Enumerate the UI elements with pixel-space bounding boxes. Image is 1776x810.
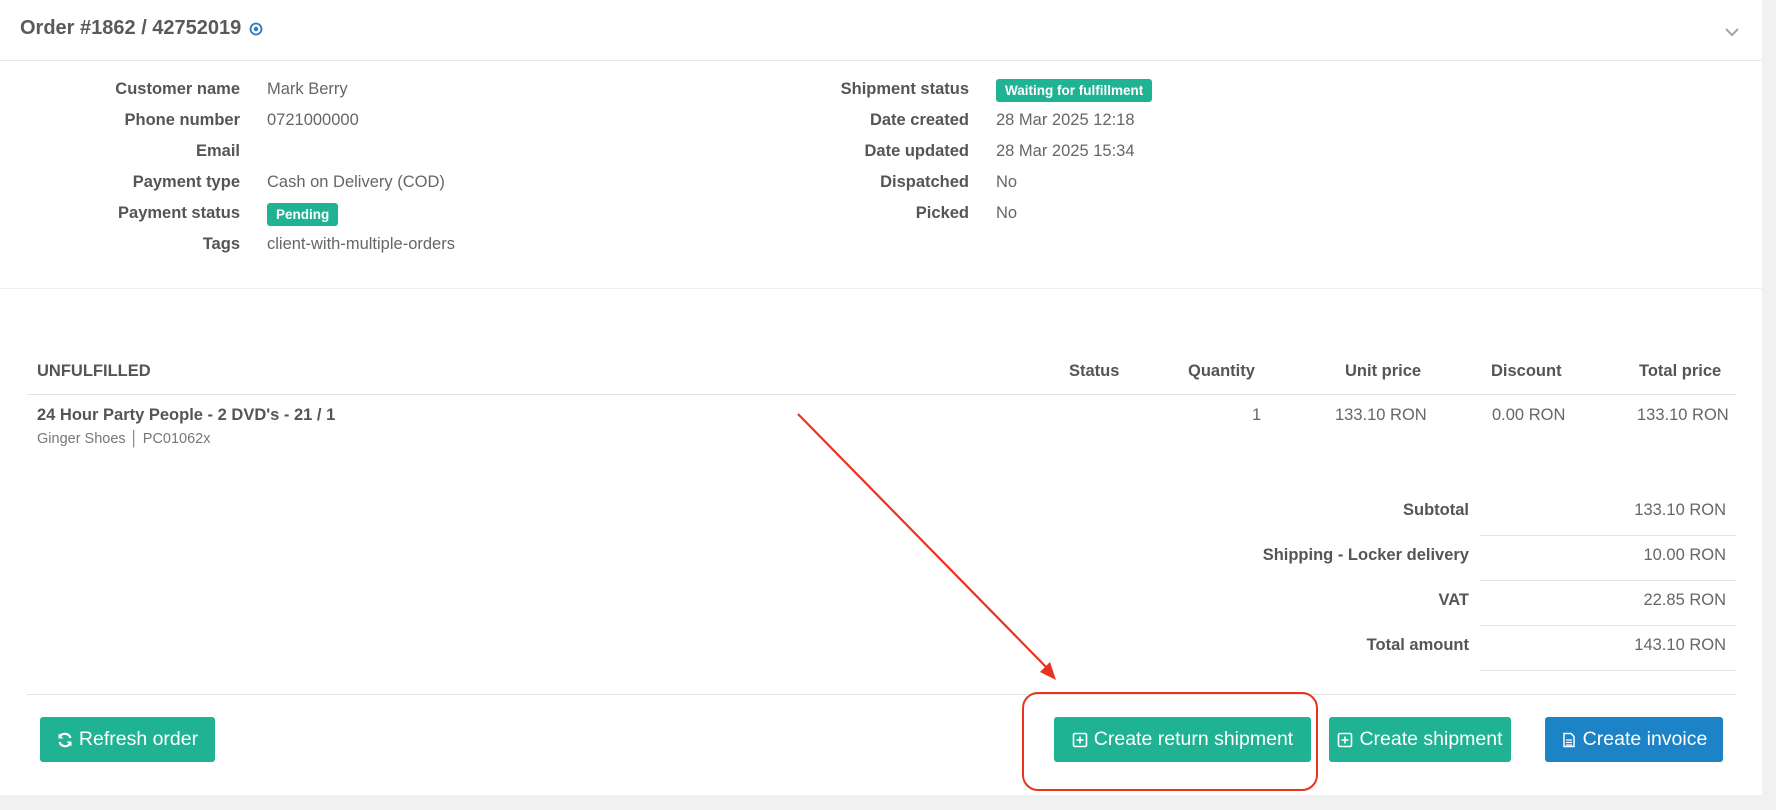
- product-meta: Ginger Shoes │ PC01062x: [37, 431, 211, 447]
- dispatched-label: Dispatched: [880, 173, 969, 191]
- customer-name-value: Mark Berry: [267, 80, 348, 98]
- picked-value: No: [996, 204, 1018, 222]
- refresh-order-button[interactable]: Refresh order: [40, 717, 215, 762]
- dispatched-value: No: [996, 173, 1018, 191]
- quantity-column-header: Quantity: [1188, 362, 1255, 380]
- phone-row: Phone number 0721000000: [0, 111, 455, 142]
- shipping-row: Shipping - Locker delivery 10.00 RON: [0, 536, 1736, 581]
- total-amount-row: Total amount 143.10 RON: [0, 626, 1736, 671]
- table-header-divider: [27, 394, 1736, 395]
- order-header: Order #1862 / 42752019: [0, 0, 1762, 61]
- tags-row: Tags client-with-multiple-orders: [0, 235, 455, 266]
- info-icon[interactable]: [249, 22, 263, 36]
- date-updated-row: Date updated 28 Mar 2025 15:34: [700, 142, 1152, 173]
- create-invoice-button[interactable]: Create invoice: [1545, 717, 1723, 762]
- product-name[interactable]: 24 Hour Party People - 2 DVD's - 21 / 1: [37, 406, 335, 425]
- refresh-order-label: Refresh order: [78, 728, 199, 750]
- shipment-status-row: Shipment status Waiting for fulfillment: [700, 79, 1153, 111]
- unfulfilled-header: UNFULFILLED: [37, 362, 151, 380]
- unit-price-column-header: Unit price: [1345, 362, 1422, 380]
- row-quantity: 1: [1252, 406, 1262, 424]
- shipping-label: Shipping - Locker delivery: [1262, 546, 1469, 564]
- payment-status-label: Payment status: [118, 204, 240, 222]
- payment-type-label: Payment type: [132, 173, 240, 191]
- date-created-label: Date created: [869, 111, 969, 129]
- shipment-status-badge: Waiting for fulfillment: [996, 79, 1153, 102]
- date-created-row: Date created 28 Mar 2025 12:18: [700, 111, 1152, 142]
- total-amount-value: 143.10 RON: [1634, 636, 1726, 654]
- customer-details: Customer name Mark Berry Phone number 07…: [0, 80, 455, 266]
- plus-square-icon: [1072, 732, 1088, 747]
- picked-row: Picked No: [700, 204, 1152, 235]
- date-updated-value: 28 Mar 2025 15:34: [996, 142, 1135, 160]
- total-price-column-header: Total price: [1639, 362, 1722, 380]
- subtotal-value: 133.10 RON: [1634, 501, 1726, 519]
- phone-label: Phone number: [124, 111, 240, 129]
- row-unit-price: 133.10 RON: [1335, 406, 1427, 424]
- create-shipment-label: Create shipment: [1359, 728, 1503, 750]
- dispatched-row: Dispatched No: [700, 173, 1152, 204]
- chevron-down-icon[interactable]: [1724, 26, 1740, 38]
- subtotal-row: Subtotal 133.10 RON: [0, 491, 1736, 536]
- payment-status-row: Payment status Pending: [0, 203, 455, 235]
- customer-name-label: Customer name: [115, 80, 240, 98]
- vat-row: VAT 22.85 RON: [0, 581, 1736, 626]
- date-updated-label: Date updated: [864, 142, 969, 160]
- row-total-price: 133.10 RON: [1637, 406, 1729, 424]
- section-divider: [0, 288, 1762, 289]
- status-column-header: Status: [1069, 362, 1120, 380]
- document-icon: [1562, 732, 1575, 747]
- date-created-value: 28 Mar 2025 12:18: [996, 111, 1135, 129]
- email-label: Email: [195, 142, 240, 160]
- refresh-icon: [58, 732, 72, 747]
- plus-square-icon: [1338, 732, 1353, 747]
- tags-value: client-with-multiple-orders: [267, 235, 455, 253]
- order-title-text: Order #1862 / 42752019: [20, 17, 242, 39]
- shipment-details: Shipment status Waiting for fulfillment …: [700, 79, 1153, 235]
- discount-column-header: Discount: [1491, 362, 1562, 380]
- order-title: Order #1862 / 42752019: [20, 17, 263, 40]
- subtotal-label: Subtotal: [1403, 501, 1469, 519]
- create-return-shipment-label: Create return shipment: [1093, 728, 1294, 750]
- vat-label: VAT: [1438, 591, 1469, 609]
- total-amount-label: Total amount: [1366, 636, 1469, 654]
- shipping-value: 10.00 RON: [1643, 546, 1726, 564]
- customer-name-row: Customer name Mark Berry: [0, 80, 455, 111]
- create-return-shipment-button[interactable]: Create return shipment: [1054, 717, 1311, 762]
- shipment-status-label: Shipment status: [840, 80, 969, 98]
- create-shipment-button[interactable]: Create shipment: [1329, 717, 1511, 762]
- footer-divider: [27, 694, 1736, 695]
- payment-status-badge: Pending: [267, 203, 339, 226]
- payment-type-value: Cash on Delivery (COD): [267, 173, 445, 191]
- create-invoice-label: Create invoice: [1582, 728, 1708, 750]
- tags-label: Tags: [202, 235, 240, 253]
- email-row: Email: [0, 142, 455, 173]
- payment-type-row: Payment type Cash on Delivery (COD): [0, 173, 455, 204]
- picked-label: Picked: [915, 204, 969, 222]
- order-panel: Order #1862 / 42752019 Customer name Mar…: [0, 0, 1762, 795]
- vat-value: 22.85 RON: [1643, 591, 1726, 609]
- row-discount: 0.00 RON: [1492, 406, 1566, 424]
- phone-value: 0721000000: [267, 111, 359, 129]
